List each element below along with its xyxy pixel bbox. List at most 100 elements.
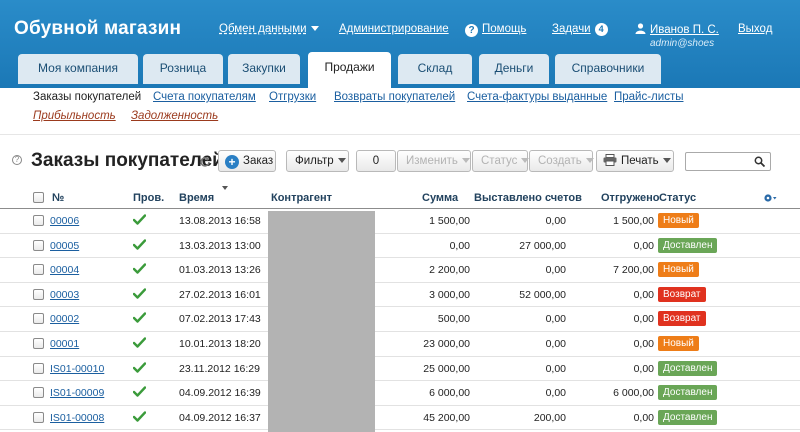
order-shipped: 0,00 [633,239,654,252]
order-number-link[interactable]: IS01-00008 [50,412,104,424]
order-number-link[interactable]: 00004 [50,264,79,276]
change-label: Изменить [406,155,458,167]
order-number-link[interactable]: 00005 [50,240,79,252]
tab-retail[interactable]: Розница [143,54,223,84]
table-row[interactable]: IS01-00008 04.09.2012 16:37 45 200,00 200,0… [0,406,800,431]
table-row[interactable]: IS01-00009 04.09.2012 16:39 6 000,00 0,00 6 … [0,381,800,406]
subnav-invoices[interactable]: Счета покупателям [153,91,256,103]
order-time: 01.03.2013 13:26 [179,264,261,277]
col-time[interactable]: Время [179,192,214,204]
order-number-link[interactable]: IS01-00009 [50,387,104,399]
status-badge: Доставлен [658,385,718,401]
order-invoiced: 0,00 [545,338,566,350]
logout-link[interactable]: Выход [738,23,772,35]
order-invoiced: 52 000,00 [519,288,566,301]
create-button[interactable]: Создать [529,150,594,172]
user-link[interactable]: Иванов П. С. [635,23,719,36]
help-link[interactable]: ? Помощь [465,23,526,37]
chevron-down-icon [337,158,346,163]
order-shipped: 0,00 [633,338,654,350]
table-row[interactable]: 00006 13.08.2013 16:58 1 500,00 0,00 1 500,0… [0,209,800,234]
col-shipped[interactable]: Отгружено [601,192,660,204]
subnav-debt[interactable]: Задолженность [131,110,218,122]
tab-my-company[interactable]: Моя компания [18,54,138,84]
refresh-icon[interactable] [199,156,211,168]
tab-sales[interactable]: Продажи [308,52,391,88]
app-title[interactable]: Обувной магазин [14,18,181,40]
create-label: Создать [538,155,582,167]
row-checkbox[interactable] [33,338,44,349]
order-sum: 23 000,00 [423,338,470,350]
subnav-returns[interactable]: Возвраты покупателей [334,91,455,103]
row-checkbox[interactable] [33,215,44,226]
search-input[interactable] [685,152,771,171]
status-badge: Доставлен [658,237,718,253]
row-checkbox[interactable] [33,411,44,423]
table-row[interactable]: 00002 07.02.2013 17:43 500,00 0,00 0,00 Возвр… [0,307,800,332]
user-icon [635,23,646,34]
tab-money[interactable]: Деньги [479,54,549,84]
row-checkbox[interactable] [33,387,44,399]
subnav-shipments[interactable]: Отгрузки [269,91,316,103]
chevron-down-icon [461,158,470,163]
select-all-checkbox[interactable] [33,192,44,203]
order-number-link[interactable]: IS01-00010 [50,363,104,375]
order-shipped: 0,00 [633,288,654,301]
table-row[interactable]: 00005 13.03.2013 13:00 0,00 27 000,00 0,00 До… [0,234,800,259]
checkmark-icon [133,312,146,324]
user-login: admin@shoes [650,38,715,49]
row-checkbox[interactable] [33,362,44,374]
change-button[interactable]: Изменить [397,150,471,172]
table-row[interactable]: 00001 10.01.2013 18:20 23 000,00 0,00 0,00 Но… [0,332,800,357]
tasks-link[interactable]: Задачи 4 [552,23,608,36]
order-invoiced: 0,00 [545,362,566,375]
row-checkbox[interactable] [33,264,44,276]
order-sum: 2 200,00 [429,264,470,277]
col-sum[interactable]: Сумма [422,192,458,204]
order-number-link[interactable]: 00001 [50,338,79,350]
checkmark-icon [133,337,146,348]
subnav-vat-invoices[interactable]: Счета-фактуры выданные [467,91,607,103]
order-invoiced: 27 000,00 [519,239,566,252]
subnav-current-orders[interactable]: Заказы покупателей [33,91,141,103]
tasks-count-badge: 4 [594,23,608,36]
help-label: Помощь [482,23,527,35]
row-checkbox[interactable] [33,288,44,300]
order-time: 10.01.2013 18:20 [179,338,261,350]
table-row[interactable]: IS01-00010 23.11.2012 16:29 25 000,00 0,00 0… [0,357,800,382]
col-status[interactable]: Статус [659,192,696,204]
subnav-profitability[interactable]: Прибыльность [33,110,116,122]
order-number-link[interactable]: 00002 [50,313,79,325]
table-row[interactable]: 00003 27.02.2013 16:01 3 000,00 52 000,00 0,… [0,283,800,308]
gear-icon[interactable] [763,192,777,204]
sort-desc-icon[interactable] [222,186,228,190]
add-order-button[interactable]: + Заказ [218,150,276,172]
table-row[interactable]: 00004 01.03.2013 13:26 2 200,00 0,00 7 200,0… [0,258,800,283]
tasks-label: Задачи [552,23,591,35]
status-button[interactable]: Статус [472,150,530,172]
status-badge: Доставлен [658,409,718,425]
order-number-link[interactable]: 00003 [50,289,79,301]
status-badge: Возврат [658,286,706,302]
col-checked[interactable]: Пров. [133,192,164,204]
print-button[interactable]: Печать [596,150,674,172]
order-shipped: 1 500,00 [613,215,654,227]
tab-warehouse[interactable]: Склад [398,54,472,84]
row-checkbox[interactable] [33,239,44,251]
filter-button[interactable]: Фильтр [286,150,349,172]
admin-link[interactable]: Администрирование [339,23,449,35]
checkmark-icon [133,263,146,274]
order-number-link[interactable]: 00006 [50,215,79,227]
exchange-menu[interactable]: Обмен данными [219,23,319,35]
row-checkbox[interactable] [33,313,44,325]
col-counterparty[interactable]: Контрагент [271,192,332,204]
subnav-price-lists[interactable]: Прайс-листы [614,91,683,103]
col-invoiced[interactable]: Выставлено счетов [474,192,582,204]
checkmark-icon [133,386,146,397]
tab-directories[interactable]: Справочники [555,54,661,84]
checkmark-icon [133,214,146,225]
tab-purchases[interactable]: Закупки [228,54,300,84]
help-question-icon[interactable]: ? [12,155,22,165]
col-number[interactable]: № [52,192,64,204]
search-icon [754,156,765,167]
